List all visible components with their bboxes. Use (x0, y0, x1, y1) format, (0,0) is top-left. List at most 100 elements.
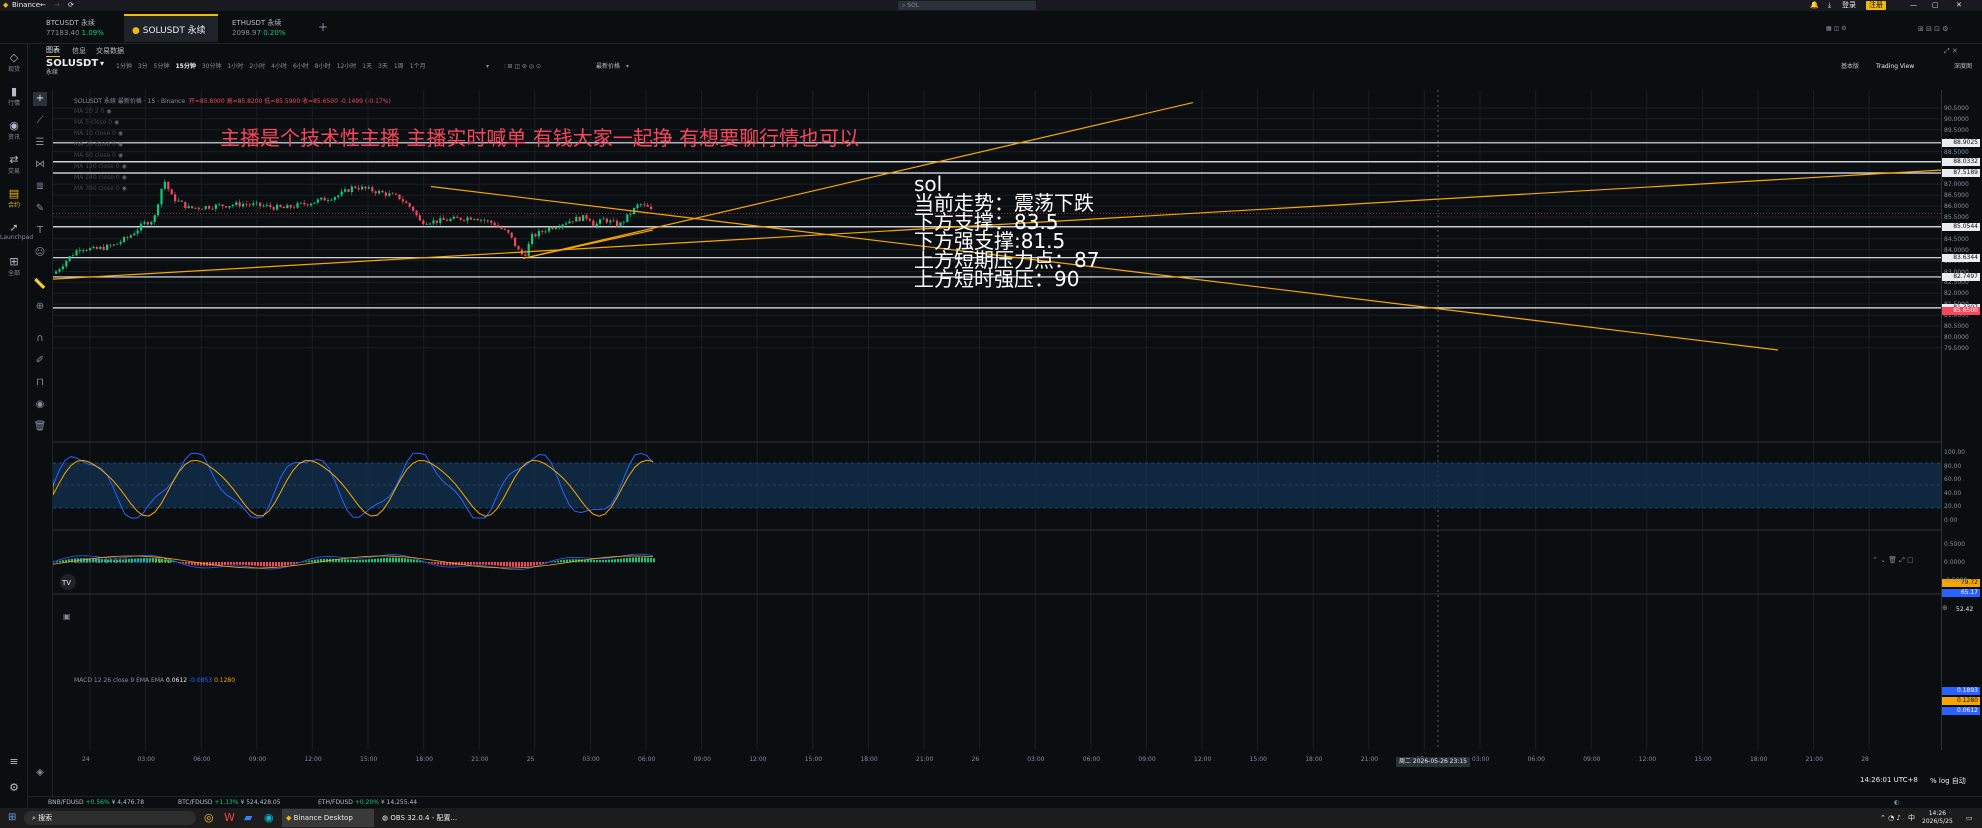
horizontal-lines-icon[interactable]: ☰ (33, 136, 47, 150)
expand-icon[interactable]: ⤢ ✕ (1944, 44, 1958, 58)
ruler-icon[interactable]: 📏 (33, 278, 47, 292)
eye-icon[interactable]: ◉ (116, 141, 123, 148)
ime-indicator[interactable]: 中 (1908, 808, 1915, 828)
lock-icon[interactable]: ⊓ (33, 376, 47, 390)
interval-12[interactable]: 3天 (378, 63, 388, 70)
pattern-icon[interactable]: ⋈ (33, 158, 47, 172)
fib-icon[interactable]: ≣ (33, 180, 47, 194)
view-tradingview[interactable]: Trading View (1876, 58, 1914, 76)
emoji-icon[interactable]: ☺ (33, 246, 47, 260)
tab-ethusdt[interactable]: ETHUSDT 永续 2098.97 0.20% (224, 14, 293, 42)
nav-launchpad[interactable]: ➚ Launchpad (0, 222, 33, 242)
scale-log-button[interactable]: log (1939, 777, 1950, 785)
interval-10[interactable]: 12小时 (337, 63, 357, 70)
eye-icon[interactable]: ◉ (116, 152, 123, 159)
taskbar-app-binance[interactable]: ◆ Binance Desktop (282, 809, 374, 827)
taskbar-clock[interactable]: 14:26 2026/5/25 (1922, 810, 1953, 826)
interval-2[interactable]: 5分钟 (154, 63, 170, 70)
scale-percent-button[interactable]: % (1930, 777, 1937, 785)
notification-icon[interactable]: ▭ (1966, 808, 1973, 828)
interval-3[interactable]: 15分钟 (175, 63, 195, 70)
layout-icons[interactable]: ▦ ◫ ⚙ (1826, 25, 1847, 32)
crosshair-icon[interactable]: + (33, 92, 47, 106)
symbol-dropdown-icon[interactable]: ▾ (100, 55, 104, 73)
interval-7[interactable]: 4小时 (271, 63, 287, 70)
trendline[interactable] (430, 185, 1779, 351)
ma-item[interactable]: MA 20 2 0 ◉ (74, 106, 391, 117)
magnet-icon[interactable]: ∩ (33, 332, 47, 346)
interval-13[interactable]: 1周 (394, 63, 404, 70)
eye-icon[interactable]: ◉ (104, 108, 111, 115)
close-icon[interactable]: ✕ (1956, 0, 1962, 11)
reload-icon[interactable]: ⟳ (68, 0, 74, 11)
login-button[interactable]: 登录 (1842, 0, 1856, 11)
tab-tools-icons[interactable]: ⊞ ⊟ ⊡ ⚙ (1918, 25, 1949, 33)
bell-icon[interactable]: 🔔 (1810, 0, 1819, 11)
nav-all[interactable]: ⊞ 全部 (0, 256, 28, 278)
explorer-icon[interactable]: ▰ (244, 808, 252, 828)
nav-trade[interactable]: ⇄ 交易 (0, 154, 28, 176)
trendline-icon[interactable]: ⟋ (33, 114, 47, 128)
tab-btcusdt[interactable]: BTCUSDT 永续 77183.40 1.09% (38, 14, 112, 42)
download-icon[interactable]: ⤓ (1828, 0, 1831, 11)
ticker-bnb-change: +0.56% (85, 799, 110, 806)
ma-item[interactable]: MA 60 close 0 ◉ (74, 150, 391, 161)
edge-icon[interactable]: ◉ (264, 808, 274, 828)
forward-icon[interactable]: → (54, 0, 60, 11)
interval-1[interactable]: 3分 (138, 63, 148, 70)
eye-icon[interactable]: ◉ (120, 163, 127, 170)
back-icon[interactable]: ← (40, 0, 46, 11)
ma-item[interactable]: MA 120 close 0 ◉ (74, 161, 391, 172)
eye-icon[interactable]: ◉ (116, 130, 123, 137)
eye-icon[interactable]: ◉ (120, 185, 127, 192)
interval-6[interactable]: 2小时 (249, 63, 265, 70)
price-type-dropdown-icon[interactable]: ▾ (626, 58, 629, 76)
view-basic[interactable]: 基本版 (1841, 58, 1859, 76)
interval-dropdown-icon[interactable]: ▾ (486, 58, 489, 76)
pane-controls[interactable]: ⌃ ⌄ 🗑 ⤢ ▢ (1872, 556, 1914, 565)
nav-menu[interactable]: ≡ (0, 756, 28, 768)
price-axis[interactable]: 90.500090.000089.500089.000088.500088.00… (1941, 90, 1982, 750)
layers-icon[interactable]: ◈ (33, 766, 47, 780)
register-button[interactable]: 注册 (1866, 1, 1886, 10)
eye-icon[interactable]: ◉ (120, 174, 127, 181)
trash-icon[interactable]: 🗑 (33, 420, 47, 434)
interval-0[interactable]: 1分钟 (116, 63, 132, 70)
view-depth[interactable]: 深度图 (1954, 58, 1972, 76)
search-input[interactable]: ⌕ SOL (898, 1, 1036, 10)
maximize-icon[interactable]: ▢ (1932, 0, 1939, 11)
nav-markets[interactable]: ▮ 行情 (0, 86, 28, 108)
interval-8[interactable]: 6小时 (293, 63, 309, 70)
add-tab-icon[interactable]: + (318, 20, 328, 34)
brush-icon[interactable]: ✎ (33, 202, 47, 216)
chrome-icon[interactable]: ◎ (204, 808, 214, 828)
eye-icon[interactable]: ◉ (33, 398, 47, 412)
chart-tool-icons[interactable]: ⫶ ⊞ ◫ ⊚ ◎ ⊙ (504, 58, 541, 76)
nav-news[interactable]: ◉ 资讯 (0, 120, 28, 142)
price-type[interactable]: 最新价格 (596, 58, 620, 76)
wps-icon[interactable]: W (224, 808, 235, 828)
windows-start-icon[interactable]: ⊞ (8, 808, 16, 828)
calendar-icon[interactable]: ▣ (63, 612, 71, 621)
pencil-lock-icon[interactable]: ✐ (33, 354, 47, 368)
interval-9[interactable]: 8小时 (315, 63, 331, 70)
tray-icons[interactable]: ⌃ ◔ ♪ (1880, 808, 1901, 828)
eye-icon[interactable]: ◉ (112, 119, 119, 126)
taskbar-app-obs[interactable]: ◍ OBS 32.0.4 - 配置... (378, 809, 468, 827)
minimize-icon[interactable]: — (1910, 0, 1917, 11)
tab-solusdt[interactable]: ● SOLUSDT 永续 (124, 14, 218, 42)
scale-auto-button[interactable]: 自动 (1952, 777, 1966, 785)
nav-spot[interactable]: ◇ 现货 (0, 52, 28, 74)
nav-contract[interactable]: ▤ 合约 (0, 188, 28, 210)
interval-5[interactable]: 1小时 (227, 63, 243, 70)
ma-item[interactable]: MA 360 close 0 ◉ (74, 183, 391, 194)
nav-settings[interactable]: ⚙ (0, 782, 28, 794)
taskbar-search[interactable]: ⌕ 搜索 (24, 811, 196, 825)
interval-11[interactable]: 1天 (362, 63, 372, 70)
zoom-icon[interactable]: ⊕ (33, 300, 47, 314)
interval-4[interactable]: 30分钟 (202, 63, 222, 70)
ma-item[interactable]: MA 240 close 0 ◉ (74, 172, 391, 183)
macd-value-3: 0.1280 (214, 677, 236, 684)
interval-14[interactable]: 1个月 (410, 63, 426, 70)
text-icon[interactable]: T (33, 224, 47, 238)
